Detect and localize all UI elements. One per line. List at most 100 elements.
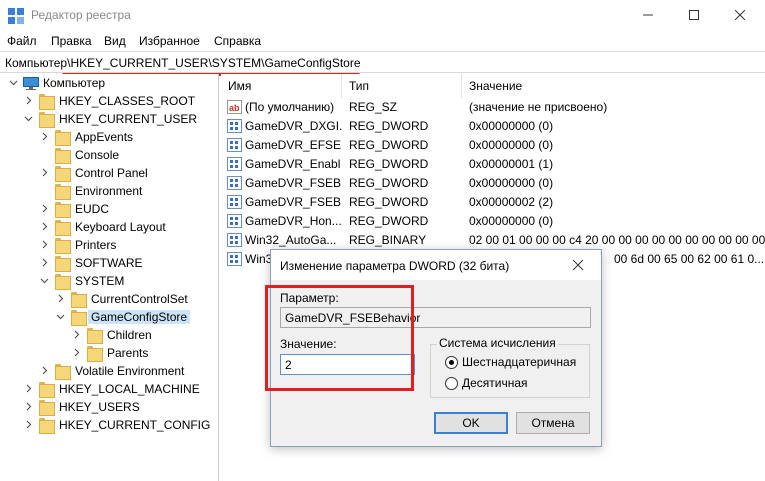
key-tree[interactable]: Компьютер HKEY_CLASSES_ROOT HKEY_CURRENT… — [0, 74, 219, 481]
tree-item-hkcu[interactable]: HKEY_CURRENT_USER — [0, 110, 219, 128]
chevron-right-icon — [42, 132, 48, 141]
svg-text:ab: ab — [229, 103, 240, 113]
folder-icon — [39, 400, 55, 416]
tree-item-gameconfigstore[interactable]: GameConfigStore — [0, 308, 219, 326]
cancel-button[interactable]: Отмена — [516, 412, 590, 434]
tree-item-system[interactable]: SYSTEM — [0, 272, 219, 290]
value-type: REG_DWORD — [349, 157, 429, 171]
list-row[interactable]: GameDVR_FSEB... REG_DWORD 0x00000002 (2) — [221, 193, 765, 212]
chevron-right-icon — [58, 294, 64, 303]
folder-icon — [55, 364, 71, 380]
value-data: 00 6d 00 65 00 62 00 61 0... — [614, 252, 765, 266]
menu-edit[interactable]: Правка — [51, 34, 92, 48]
address-bar[interactable]: Компьютер\HKEY_CURRENT_USER\SYSTEM\GameC… — [0, 51, 765, 73]
tree-item-control-panel[interactable]: Control Panel — [0, 164, 219, 182]
tree-label: Control Panel — [75, 166, 148, 180]
tree-item-hkcc[interactable]: HKEY_CURRENT_CONFIG — [0, 416, 219, 434]
menu-view[interactable]: Вид — [104, 34, 126, 48]
tree-label: Parents — [107, 346, 149, 360]
list-row[interactable]: GameDVR_DXGI... REG_DWORD 0x00000000 (0) — [221, 117, 765, 136]
chevron-right-icon — [26, 402, 32, 411]
list-row[interactable]: GameDVR_Hon... REG_DWORD 0x00000000 (0) — [221, 212, 765, 231]
tree-label: Children — [107, 328, 152, 342]
tree-item-environment[interactable]: Environment — [0, 182, 219, 200]
menu-file[interactable]: Файл — [7, 34, 37, 48]
tree-item-console[interactable]: Console — [0, 146, 219, 164]
folder-open-icon — [39, 112, 55, 128]
minimize-button[interactable] — [625, 0, 671, 31]
minimize-icon — [643, 14, 653, 16]
value-data: (значение не присвоено) — [469, 100, 608, 114]
list-row[interactable]: GameDVR_FSEB... REG_DWORD 0x00000000 (0) — [221, 174, 765, 193]
tree-item-currentcontrolset[interactable]: CurrentControlSet — [0, 290, 219, 308]
value-name: GameDVR_FSEB... — [245, 195, 342, 209]
tree-item-keyboard-layout[interactable]: Keyboard Layout — [0, 218, 219, 236]
binary-value-icon — [227, 119, 242, 133]
chevron-right-icon — [26, 384, 32, 393]
chevron-right-icon — [26, 420, 32, 429]
folder-icon — [39, 382, 55, 398]
hex-radio-label[interactable]: Шестнадцатеричная — [462, 355, 576, 369]
chevron-down-icon — [40, 278, 49, 284]
tree-item-software[interactable]: SOFTWARE — [0, 254, 219, 272]
computer-icon — [23, 77, 39, 90]
tree-item-children[interactable]: Children — [0, 326, 219, 344]
tree-label: SYSTEM — [75, 274, 125, 288]
tree-label: HKEY_USERS — [59, 400, 140, 414]
list-row[interactable]: ab (По умолчанию) REG_SZ (значение не пр… — [221, 98, 765, 117]
chevron-right-icon — [74, 330, 80, 339]
menu-help[interactable]: Справка — [214, 34, 261, 48]
tree-item-computer[interactable]: Компьютер — [0, 74, 219, 92]
list-row[interactable]: GameDVR_Enabl REG_DWORD 0x00000001 (1) — [221, 155, 765, 174]
binary-value-icon — [227, 214, 242, 228]
folder-icon — [55, 238, 71, 254]
list-row[interactable]: GameDVR_EFSE... REG_DWORD 0x00000000 (0) — [221, 136, 765, 155]
tree-item-eudc[interactable]: EUDC — [0, 200, 219, 218]
folder-icon — [55, 256, 71, 272]
tree-item-hklm[interactable]: HKEY_LOCAL_MACHINE — [0, 380, 219, 398]
close-button[interactable] — [717, 0, 763, 31]
chevron-right-icon — [42, 366, 48, 375]
regedit-app-icon — [8, 8, 24, 24]
tree-item-volatile-environment[interactable]: Volatile Environment — [0, 362, 219, 380]
folder-icon — [55, 202, 71, 218]
value-name: (По умолчанию) — [245, 100, 335, 114]
chevron-right-icon — [42, 168, 48, 177]
tree-item-hku[interactable]: HKEY_USERS — [0, 398, 219, 416]
tree-label: Keyboard Layout — [75, 220, 166, 234]
chevron-right-icon — [42, 204, 48, 213]
tree-label: Volatile Environment — [75, 364, 185, 378]
decimal-radio-label[interactable]: Десятичная — [462, 376, 528, 390]
address-path[interactable]: Компьютер\HKEY_CURRENT_USER\SYSTEM\GameC… — [5, 56, 361, 70]
folder-icon — [55, 220, 71, 236]
value-data: 0x00000000 (0) — [469, 214, 554, 228]
ok-button[interactable]: OK — [434, 412, 508, 434]
value-name: GameDVR_FSEB... — [245, 176, 342, 190]
list-row[interactable]: Win32_AutoGa... REG_BINARY 02 00 01 00 0… — [221, 231, 765, 250]
folder-icon — [87, 346, 103, 362]
column-header-name[interactable]: Имя — [221, 74, 342, 98]
folder-icon — [39, 94, 55, 110]
chevron-down-icon — [24, 116, 33, 122]
chevron-down-icon — [9, 80, 18, 86]
tree-label: HKEY_LOCAL_MACHINE — [59, 382, 200, 396]
value-data: 0x00000000 (0) — [469, 138, 554, 152]
value-name: GameDVR_Hon... — [245, 214, 342, 228]
value-name: Win32_AutoGa... — [245, 233, 337, 247]
hex-radio[interactable] — [445, 356, 458, 369]
tree-label: HKEY_CURRENT_USER — [59, 112, 198, 126]
column-header-value[interactable]: Значение — [462, 74, 765, 98]
tree-item-hkcr[interactable]: HKEY_CLASSES_ROOT — [0, 92, 219, 110]
maximize-button[interactable] — [671, 0, 717, 31]
tree-item-printers[interactable]: Printers — [0, 236, 219, 254]
tree-item-parents[interactable]: Parents — [0, 344, 219, 362]
tree-item-appevents[interactable]: AppEvents — [0, 128, 219, 146]
menu-favorites[interactable]: Избранное — [139, 34, 200, 48]
chevron-right-icon — [42, 258, 48, 267]
tree-label: Environment — [75, 184, 143, 198]
number-base-label: Система исчисления — [437, 336, 558, 350]
tree-label: HKEY_CLASSES_ROOT — [59, 94, 196, 108]
close-icon[interactable] — [571, 258, 585, 272]
column-header-type[interactable]: Тип — [342, 74, 462, 98]
decimal-radio[interactable] — [445, 377, 458, 390]
